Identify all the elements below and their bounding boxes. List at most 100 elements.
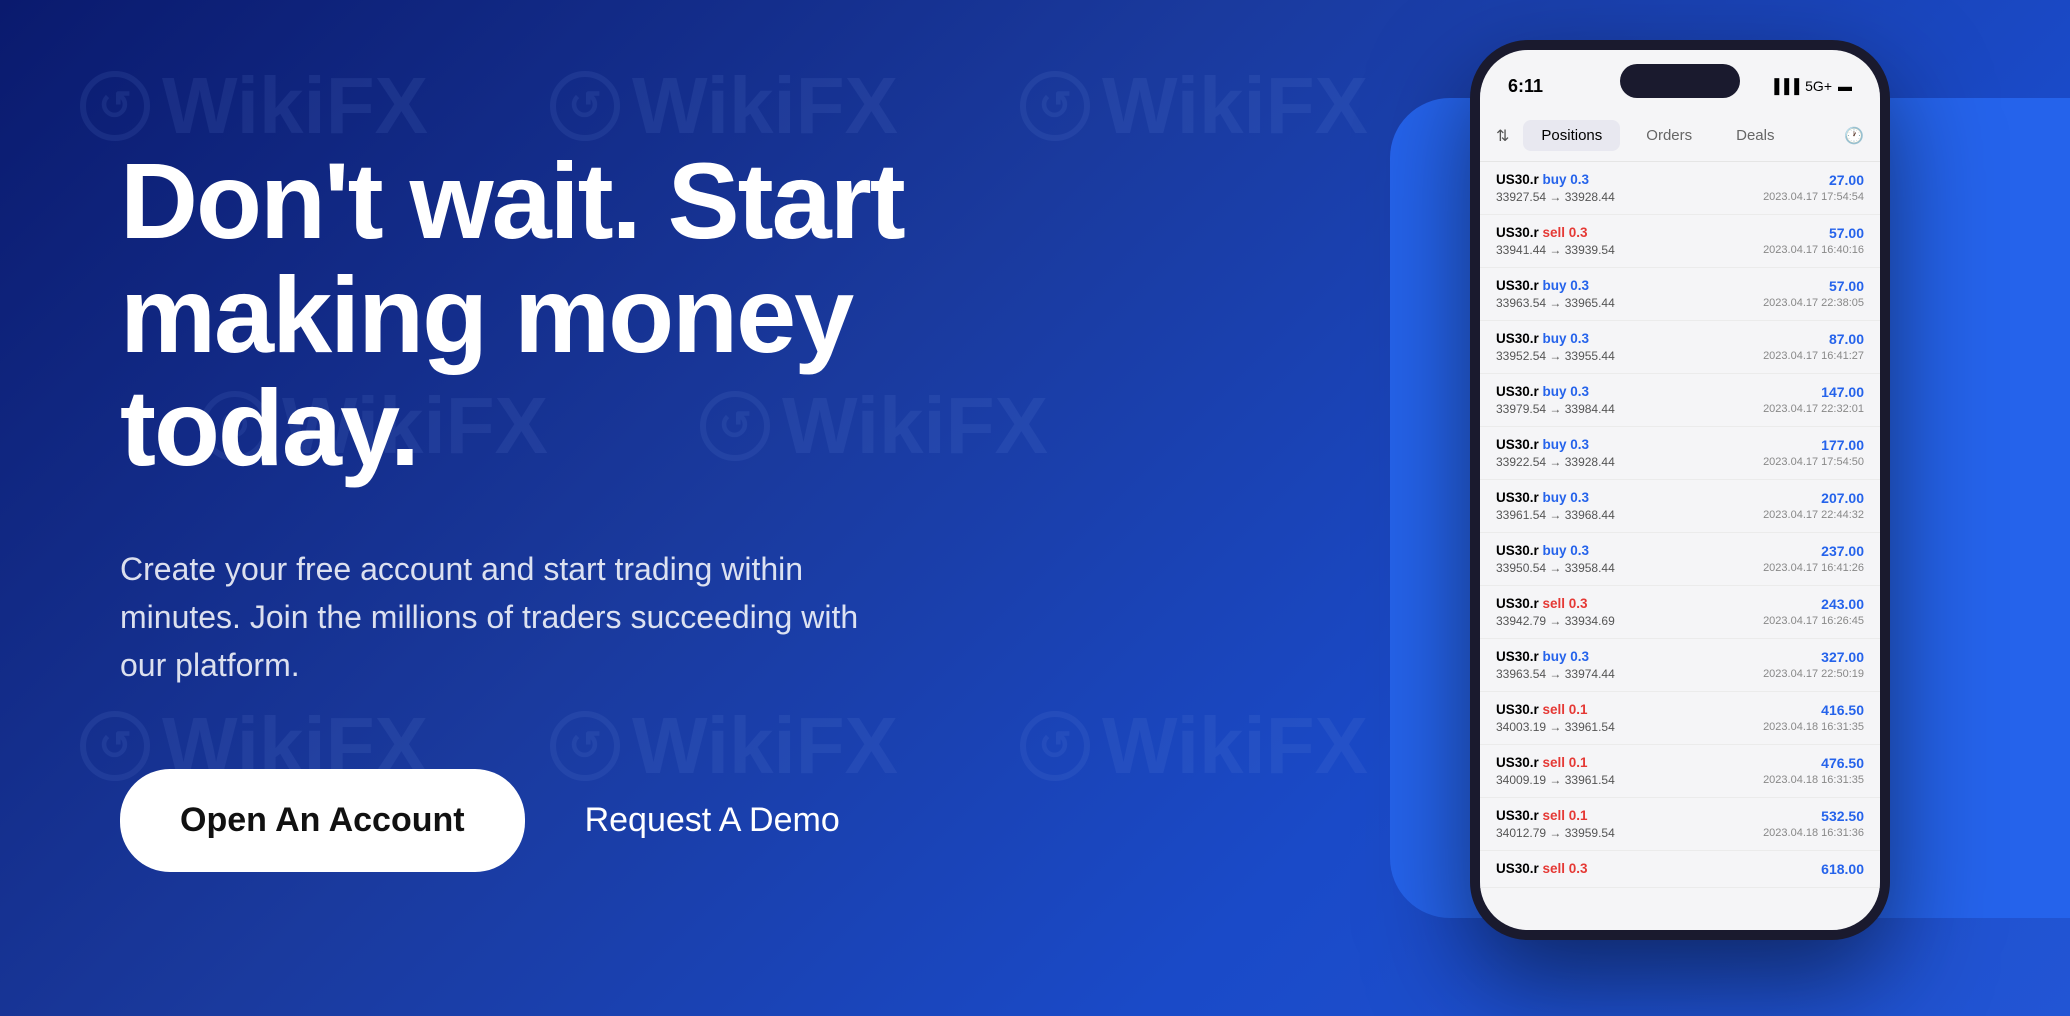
trade-prices: 33927.54 → 33928.44 (1496, 190, 1615, 204)
trade-time: 2023.04.18 16:31:36 (1763, 827, 1864, 839)
trade-prices: 34009.19 → 33961.54 (1496, 773, 1615, 787)
trade-profit: 147.00 (1763, 384, 1864, 400)
trade-instrument: US30.r buy 0.3 (1496, 278, 1615, 293)
status-time: 6:11 (1508, 76, 1543, 97)
app-content: ⇅ Positions Orders Deals 🕐 US30.r buy 0.… (1480, 110, 1880, 930)
trade-instrument: US30.r buy 0.3 (1496, 384, 1615, 399)
request-demo-button[interactable]: Request A Demo (585, 801, 840, 840)
trade-right: 57.00 2023.04.17 22:38:05 (1763, 278, 1864, 309)
trade-right: 177.00 2023.04.17 17:54:50 (1763, 437, 1864, 468)
trade-instrument: US30.r sell 0.1 (1496, 808, 1615, 823)
trade-row: US30.r sell 0.3 33942.79 → 33934.69 243.… (1480, 586, 1880, 639)
trade-prices: 33961.54 → 33968.44 (1496, 508, 1615, 522)
trade-time: 2023.04.17 16:40:16 (1763, 244, 1864, 256)
trade-prices: 34012.79 → 33959.54 (1496, 826, 1615, 840)
trade-right: 57.00 2023.04.17 16:40:16 (1763, 225, 1864, 256)
trade-left: US30.r buy 0.3 33922.54 → 33928.44 (1496, 437, 1615, 469)
trade-time: 2023.04.17 22:38:05 (1763, 297, 1864, 309)
hero-headline: Don't wait. Start making money today. (120, 144, 980, 484)
trade-profit: 476.50 (1763, 755, 1864, 771)
trade-instrument: US30.r sell 0.1 (1496, 755, 1615, 770)
trade-row: US30.r buy 0.3 33963.54 → 33965.44 57.00… (1480, 268, 1880, 321)
trade-row: US30.r buy 0.3 33952.54 → 33955.44 87.00… (1480, 321, 1880, 374)
trade-time: 2023.04.18 16:31:35 (1763, 774, 1864, 786)
trade-row: US30.r buy 0.3 33961.54 → 33968.44 207.0… (1480, 480, 1880, 533)
trade-instrument: US30.r buy 0.3 (1496, 331, 1615, 346)
battery-icon: ▬ (1838, 78, 1852, 94)
trade-left: US30.r buy 0.3 33963.54 → 33965.44 (1496, 278, 1615, 310)
trade-row: US30.r buy 0.3 33950.54 → 33958.44 237.0… (1480, 533, 1880, 586)
right-section: 6:11 ▐▐▐ 5G+ ▬ ⇅ Positions Orders Deals (970, 0, 2070, 1016)
watermark-1: ↺WikiFX (80, 60, 428, 152)
phone-frame: 6:11 ▐▐▐ 5G+ ▬ ⇅ Positions Orders Deals (1470, 40, 1890, 940)
trade-right: 237.00 2023.04.17 16:41:26 (1763, 543, 1864, 574)
clock-icon: 🕐 (1844, 126, 1864, 146)
trade-time: 2023.04.17 17:54:54 (1763, 191, 1864, 203)
trade-time: 2023.04.17 22:32:01 (1763, 403, 1864, 415)
trade-right: 87.00 2023.04.17 16:41:27 (1763, 331, 1864, 362)
trade-time: 2023.04.17 16:41:26 (1763, 562, 1864, 574)
trade-profit: 57.00 (1763, 278, 1864, 294)
trade-right: 147.00 2023.04.17 22:32:01 (1763, 384, 1864, 415)
trade-profit: 177.00 (1763, 437, 1864, 453)
trade-right: 416.50 2023.04.18 16:31:35 (1763, 702, 1864, 733)
trade-row: US30.r buy 0.3 33922.54 → 33928.44 177.0… (1480, 427, 1880, 480)
trade-row: US30.r sell 0.1 34003.19 → 33961.54 416.… (1480, 692, 1880, 745)
trade-row: US30.r sell 0.1 34009.19 → 33961.54 476.… (1480, 745, 1880, 798)
trade-right: 532.50 2023.04.18 16:31:36 (1763, 808, 1864, 839)
trade-left: US30.r buy 0.3 33979.54 → 33984.44 (1496, 384, 1615, 416)
trade-right: 207.00 2023.04.17 22:44:32 (1763, 490, 1864, 521)
trade-instrument: US30.r sell 0.3 (1496, 596, 1615, 611)
sort-icon: ⇅ (1496, 126, 1509, 146)
trade-instrument: US30.r buy 0.3 (1496, 490, 1615, 505)
hero-subtext: Create your free account and start tradi… (120, 545, 880, 689)
trade-time: 2023.04.17 16:26:45 (1763, 615, 1864, 627)
open-account-button[interactable]: Open An Account (120, 769, 525, 872)
trade-time: 2023.04.18 16:31:35 (1763, 721, 1864, 733)
trade-right: 476.50 2023.04.18 16:31:35 (1763, 755, 1864, 786)
status-icons: ▐▐▐ 5G+ ▬ (1769, 78, 1852, 94)
hero-content: Don't wait. Start making money today. Cr… (0, 144, 980, 871)
trade-right: 618.00 (1821, 861, 1864, 877)
trade-instrument: US30.r sell 0.1 (1496, 702, 1615, 717)
trade-left: US30.r buy 0.3 33961.54 → 33968.44 (1496, 490, 1615, 522)
trade-time: 2023.04.17 17:54:50 (1763, 456, 1864, 468)
trade-time: 2023.04.17 16:41:27 (1763, 350, 1864, 362)
trade-left: US30.r sell 0.3 33941.44 → 33939.54 (1496, 225, 1615, 257)
tab-orders[interactable]: Orders (1628, 120, 1710, 151)
trade-prices: 33950.54 → 33958.44 (1496, 561, 1615, 575)
trade-left: US30.r sell 0.3 (1496, 861, 1588, 876)
tab-bar: ⇅ Positions Orders Deals 🕐 (1480, 110, 1880, 162)
trade-prices: 34003.19 → 33961.54 (1496, 720, 1615, 734)
trade-right: 27.00 2023.04.17 17:54:54 (1763, 172, 1864, 203)
tab-deals[interactable]: Deals (1718, 120, 1792, 151)
trade-left: US30.r sell 0.1 34009.19 → 33961.54 (1496, 755, 1615, 787)
tab-positions[interactable]: Positions (1523, 120, 1620, 151)
trade-profit: 237.00 (1763, 543, 1864, 559)
trade-profit: 532.50 (1763, 808, 1864, 824)
trade-profit: 57.00 (1763, 225, 1864, 241)
trade-prices: 33979.54 → 33984.44 (1496, 402, 1615, 416)
trade-profit: 207.00 (1763, 490, 1864, 506)
trade-prices: 33963.54 → 33965.44 (1496, 296, 1615, 310)
trade-row: US30.r buy 0.3 33927.54 → 33928.44 27.00… (1480, 162, 1880, 215)
trade-prices: 33963.54 → 33974.44 (1496, 667, 1615, 681)
trade-row: US30.r buy 0.3 33979.54 → 33984.44 147.0… (1480, 374, 1880, 427)
trade-profit: 618.00 (1821, 861, 1864, 877)
watermark-2: ↺WikiFX (550, 60, 898, 152)
trade-left: US30.r sell 0.3 33942.79 → 33934.69 (1496, 596, 1615, 628)
trade-left: US30.r buy 0.3 33927.54 → 33928.44 (1496, 172, 1615, 204)
hero-section: ↺WikiFX ↺WikiFX ↺WikiFX ↺WikiFX ↺WikiFX … (0, 0, 2070, 1016)
trade-row: US30.r sell 0.1 34012.79 → 33959.54 532.… (1480, 798, 1880, 851)
trade-instrument: US30.r sell 0.3 (1496, 225, 1615, 240)
cta-buttons: Open An Account Request A Demo (120, 769, 980, 872)
trade-left: US30.r buy 0.3 33950.54 → 33958.44 (1496, 543, 1615, 575)
network-type: 5G+ (1805, 78, 1832, 94)
trade-right: 243.00 2023.04.17 16:26:45 (1763, 596, 1864, 627)
trade-left: US30.r buy 0.3 33952.54 → 33955.44 (1496, 331, 1615, 363)
trade-profit: 416.50 (1763, 702, 1864, 718)
trade-row: US30.r sell 0.3 33941.44 → 33939.54 57.0… (1480, 215, 1880, 268)
trade-right: 327.00 2023.04.17 22:50:19 (1763, 649, 1864, 680)
trade-prices: 33941.44 → 33939.54 (1496, 243, 1615, 257)
trade-time: 2023.04.17 22:44:32 (1763, 509, 1864, 521)
